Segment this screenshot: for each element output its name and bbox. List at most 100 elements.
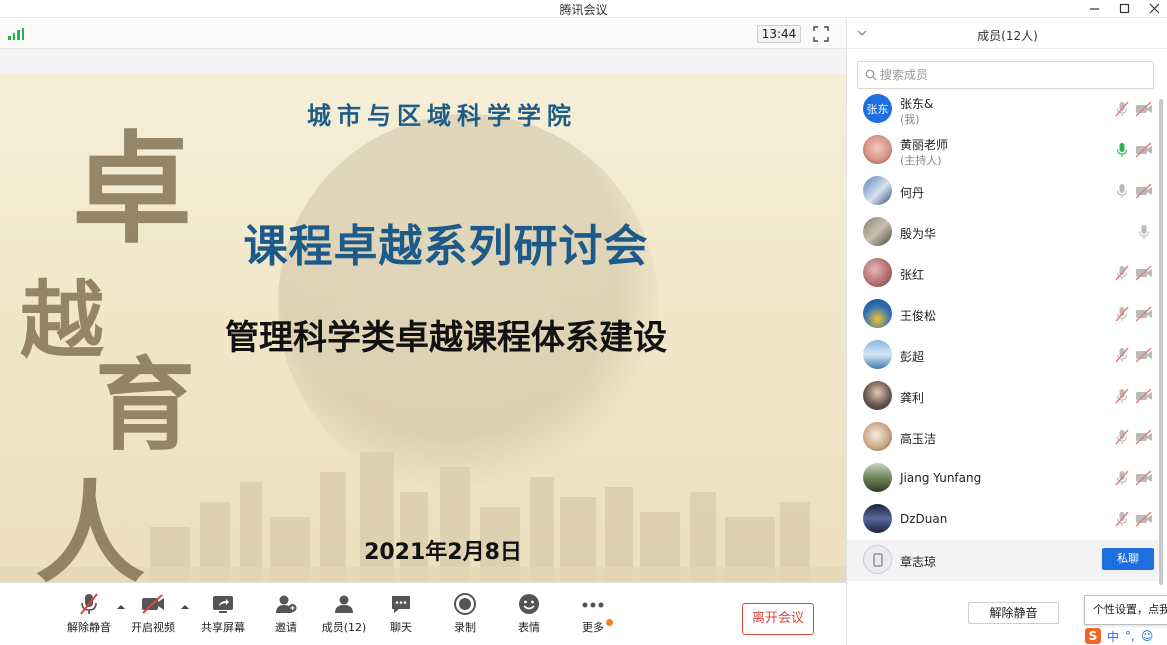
ime-punct-icon[interactable]: °, (1125, 629, 1135, 643)
member-row-zhangzhiqiong[interactable]: 章志琼 私聊 (847, 540, 1159, 581)
camera-off-icon[interactable] (1135, 142, 1153, 158)
meeting-window: 腾讯会议 13:44 卓 越 育 人 城市与区域科学学院 课程卓越系列研讨会 管… (0, 0, 1167, 645)
member-row-zhangdong[interactable]: 张东 张东& (我) (847, 89, 1159, 130)
share-screen-icon (213, 596, 233, 613)
mic-muted-icon[interactable] (1115, 470, 1129, 486)
mic-muted-icon[interactable] (1115, 306, 1129, 322)
camera-off-icon (142, 594, 164, 614)
member-name: 龚利 (900, 391, 925, 405)
ime-mode-label[interactable]: 中 (1107, 628, 1119, 645)
member-row-huangli[interactable]: 黄丽老师 (主持人) (847, 130, 1159, 171)
minimize-icon[interactable] (1087, 0, 1101, 16)
camera-off-icon[interactable] (1135, 265, 1153, 281)
ime-toolbar[interactable]: S 中 °, ☺ (1085, 627, 1167, 645)
private-chat-button[interactable]: 私聊 (1102, 548, 1154, 570)
member-name: 张红 (900, 268, 925, 282)
member-row-hedan[interactable]: 何丹 (847, 171, 1159, 212)
more-icon (582, 602, 604, 608)
members-button[interactable]: 成员(12) (314, 591, 374, 635)
meeting-duration: 13:44 (757, 25, 801, 43)
slide-title: 课程卓越系列研讨会 (243, 221, 649, 272)
member-list-scrollbar[interactable] (1159, 99, 1163, 585)
start-video-button[interactable]: 开启视频 (123, 591, 183, 635)
unmute-all-button[interactable]: 解除静音 (968, 602, 1059, 624)
avatar (863, 135, 892, 164)
member-role: (我) (900, 113, 920, 126)
signal-strength-icon[interactable] (8, 28, 24, 40)
camera-off-icon[interactable] (1135, 347, 1153, 363)
mic-muted-icon[interactable] (1115, 388, 1129, 404)
share-screen-button[interactable]: 共享屏幕 (193, 591, 253, 635)
mic-muted-icon[interactable] (1115, 429, 1129, 445)
record-button[interactable]: 录制 (435, 591, 495, 635)
mic-active-icon[interactable] (1115, 142, 1129, 158)
slide-date: 2021年2月8日 (364, 540, 522, 565)
avatar (863, 340, 892, 369)
avatar (863, 176, 892, 205)
members-panel: 成员(12人) 张东 张东& (我) 黄丽老师 (主持人) (846, 19, 1167, 645)
maximize-icon[interactable] (1117, 0, 1131, 16)
unmute-button[interactable]: 解除静音 (59, 591, 119, 635)
mic-muted-icon[interactable] (1115, 101, 1129, 117)
leave-meeting-button[interactable]: 离开会议 (742, 603, 814, 635)
slide-institute: 城市与区域科学学院 (307, 101, 577, 130)
camera-off-icon[interactable] (1135, 429, 1153, 445)
reactions-label: 表情 (518, 621, 540, 634)
shared-slide: 卓 越 育 人 城市与区域科学学院 课程卓越系列研讨会 管理科学类卓越课程体系建… (0, 74, 846, 582)
mic-muted-icon[interactable] (1115, 265, 1129, 281)
camera-off-icon[interactable] (1135, 388, 1153, 404)
avatar (863, 422, 892, 451)
close-icon[interactable] (1147, 0, 1161, 16)
mic-muted-icon (80, 593, 98, 615)
member-name: 彭超 (900, 350, 925, 364)
avatar (863, 504, 892, 533)
member-row-zhanghong[interactable]: 张红 (847, 253, 1159, 294)
camera-off-icon[interactable] (1135, 470, 1153, 486)
members-panel-title: 成员(12人) (977, 29, 1038, 43)
fullscreen-icon[interactable] (812, 25, 830, 43)
member-search-input[interactable] (880, 66, 1140, 84)
member-row-jiangyunfang[interactable]: Jiang Yunfang (847, 458, 1159, 499)
reactions-button[interactable]: 表情 (499, 591, 559, 635)
chat-button[interactable]: 聊天 (371, 591, 431, 635)
status-strip: 13:44 (0, 19, 846, 49)
sogou-logo-icon[interactable]: S (1085, 628, 1101, 644)
notification-dot (606, 619, 613, 626)
member-row-wangjunsong[interactable]: 王俊松 (847, 294, 1159, 335)
member-name: 章志琼 (900, 555, 937, 569)
ime-emoji-icon[interactable]: ☺ (1141, 629, 1154, 643)
window-title: 腾讯会议 (559, 3, 608, 17)
mic-icon[interactable] (1115, 183, 1129, 199)
mic-muted-icon[interactable] (1115, 511, 1129, 527)
camera-off-icon[interactable] (1135, 511, 1153, 527)
member-row-gongli[interactable]: 龚利 (847, 376, 1159, 417)
record-label: 录制 (454, 621, 476, 634)
member-name: 殷为华 (900, 227, 937, 241)
member-row-gaoyujie[interactable]: 高玉洁 (847, 417, 1159, 458)
camera-off-icon[interactable] (1135, 183, 1153, 199)
avatar (863, 299, 892, 328)
member-row-yinweihua[interactable]: 殷为华 (847, 212, 1159, 253)
member-row-dzduan[interactable]: DzDuan (847, 499, 1159, 540)
start-video-label: 开启视频 (131, 621, 175, 634)
members-icon (335, 595, 353, 613)
camera-off-icon[interactable] (1135, 306, 1153, 322)
meeting-toolbar: 解除静音 开启视频 共享屏幕 邀请 成员(12) 聊天 录制 表情 更多 离开会… (0, 582, 846, 645)
members-label: 成员(12) (321, 621, 367, 634)
member-row-pengchao[interactable]: 彭超 (847, 335, 1159, 376)
avatar (863, 258, 892, 287)
chat-label: 聊天 (390, 621, 412, 634)
avatar (863, 381, 892, 410)
mic-muted-icon[interactable] (1115, 347, 1129, 363)
add-user-icon (276, 595, 297, 613)
avatar (863, 217, 892, 246)
invite-button[interactable]: 邀请 (256, 591, 316, 635)
more-button[interactable]: 更多 (563, 591, 623, 635)
avatar (863, 545, 892, 574)
members-panel-header: 成员(12人) (847, 19, 1167, 49)
caret-up-icon[interactable] (181, 603, 189, 611)
camera-off-icon[interactable] (1135, 101, 1153, 117)
member-name: Jiang Yunfang (900, 471, 982, 485)
mic-icon[interactable] (1137, 224, 1151, 240)
avatar (863, 463, 892, 492)
